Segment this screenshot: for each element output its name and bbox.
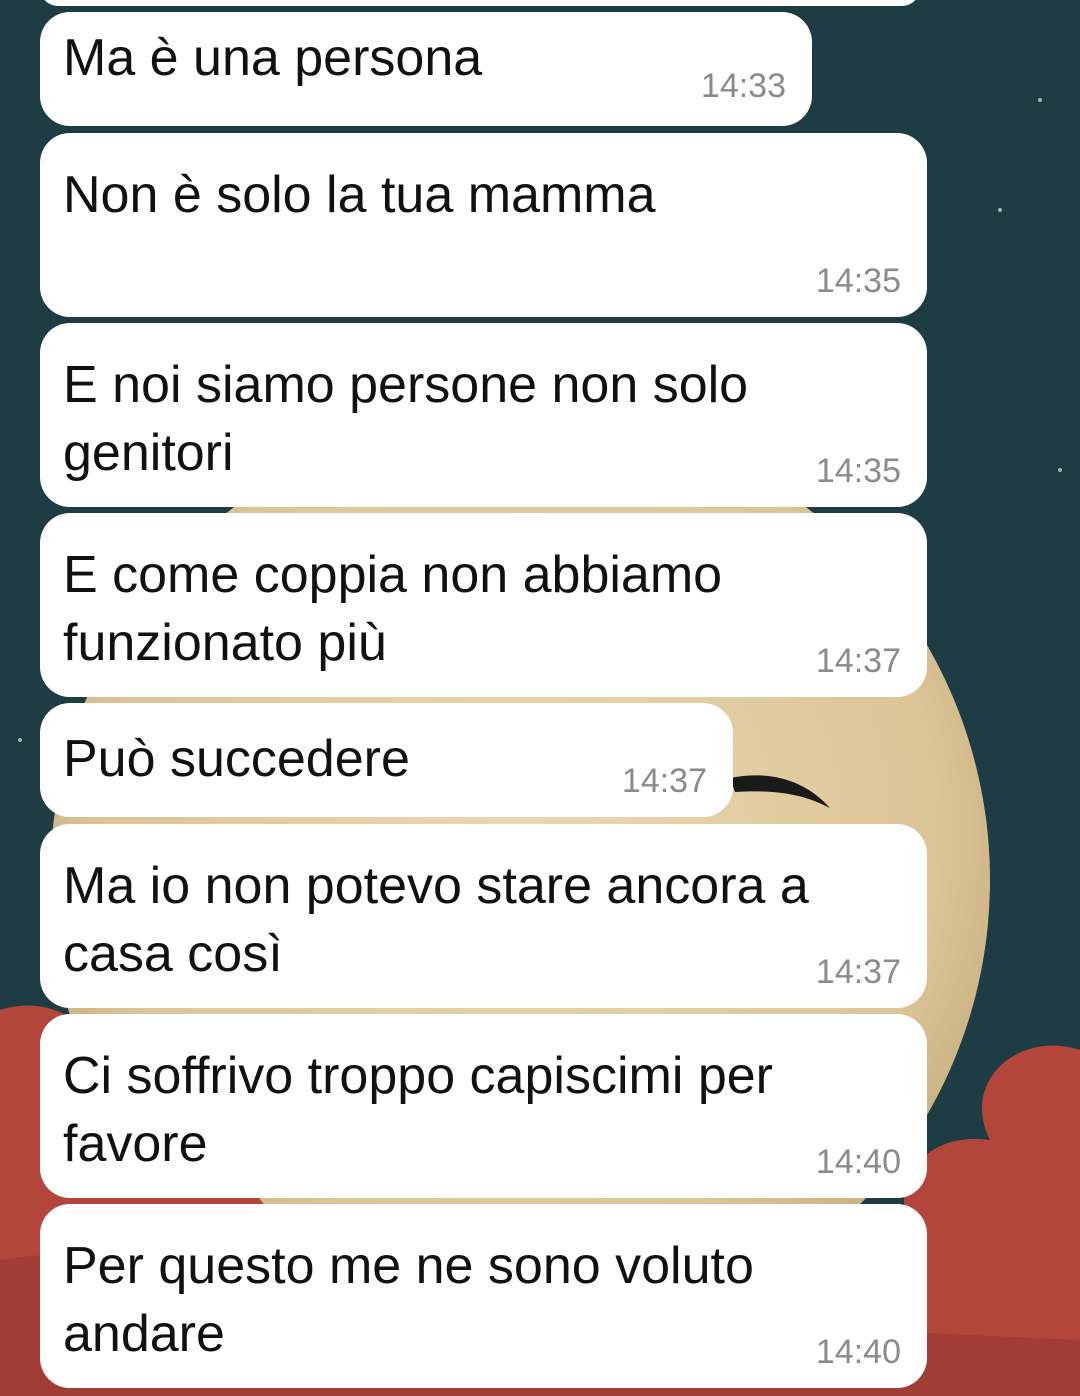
message-timestamp: 14:40: [815, 1143, 901, 1181]
message-bubble-incoming[interactable]: Ma è una persona 14:33: [40, 12, 812, 126]
message-bubble-incoming[interactable]: Non è solo la tua mamma 14:35: [40, 133, 927, 317]
message-text: E come coppia non abbiamo funzionato più: [63, 546, 723, 672]
message-bubble-incoming[interactable]: Per questo me ne sono voluto andare 14:4…: [40, 1204, 927, 1388]
message-text: Non è solo la tua mamma: [63, 166, 656, 224]
star: [1038, 98, 1042, 102]
message-bubble-incoming[interactable]: Ma io non potevo stare ancora a casa cos…: [40, 824, 927, 1008]
message-bubble-incoming[interactable]: Può succedere 14:37: [40, 703, 733, 817]
message-bubble-incoming[interactable]: Ci soffrivo troppo capiscimi per favore …: [40, 1014, 927, 1198]
message-timestamp: 14:37: [815, 642, 901, 680]
message-timestamp: 14:37: [621, 762, 707, 800]
message-timestamp: 14:33: [700, 67, 786, 105]
message-text: Ma è una persona: [63, 29, 483, 87]
message-text: Ma io non potevo stare ancora a casa cos…: [63, 857, 809, 983]
message-text: Ci soffrivo troppo capiscimi per favore: [63, 1047, 773, 1173]
star: [18, 738, 22, 742]
message-text: Per questo me ne sono voluto andare: [63, 1237, 754, 1363]
star: [1058, 468, 1062, 472]
message-timestamp: 14:37: [815, 953, 901, 991]
star: [998, 208, 1002, 212]
message-text: E noi siamo persone non solo genitori: [63, 356, 749, 482]
message-timestamp: 14:35: [815, 262, 901, 300]
message-bubble-incoming[interactable]: E come coppia non abbiamo funzionato più…: [40, 513, 927, 697]
message-timestamp: 14:35: [815, 452, 901, 490]
message-text: Può succedere: [63, 730, 410, 788]
previous-message-bubble: [40, 0, 920, 6]
message-timestamp: 14:40: [815, 1333, 901, 1371]
message-bubble-incoming[interactable]: E noi siamo persone non solo genitori 14…: [40, 323, 927, 507]
